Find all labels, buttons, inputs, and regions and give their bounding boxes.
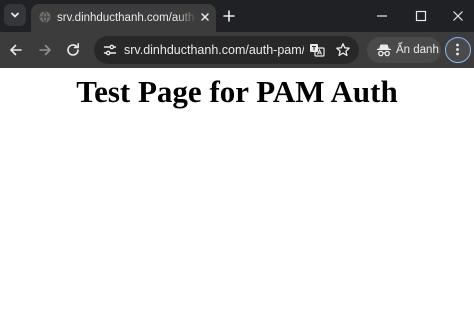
- url-text[interactable]: srv.dinhducthanh.com/auth-pam/: [124, 42, 304, 58]
- chevron-down-icon: [11, 12, 19, 18]
- tab-search-button[interactable]: [4, 4, 26, 26]
- page-heading: Test Page for PAM Auth: [76, 74, 398, 109]
- translate-icon[interactable]: [309, 42, 325, 58]
- tab-close-icon[interactable]: [198, 10, 212, 24]
- back-arrow-icon[interactable]: [6, 40, 26, 60]
- incognito-profile-button[interactable]: Ẩn danh: [367, 37, 441, 63]
- minimize-icon[interactable]: [372, 6, 392, 26]
- tab-title: srv.dinhducthanh.com/auth-pam/: [57, 12, 197, 24]
- more-vert-icon: [456, 43, 459, 56]
- new-tab-icon[interactable]: [220, 7, 238, 25]
- tune-icon[interactable]: [103, 43, 117, 57]
- browser-toolbar: srv.dinhducthanh.com/auth-pam/ Ẩn danh: [0, 32, 474, 68]
- bookmark-star-icon[interactable]: [335, 42, 351, 58]
- address-bar[interactable]: srv.dinhducthanh.com/auth-pam/: [94, 36, 359, 64]
- reload-icon[interactable]: [63, 40, 83, 60]
- browser-menu-button[interactable]: [445, 37, 471, 63]
- maximize-icon[interactable]: [411, 6, 431, 26]
- page-content: Test Page for PAM Auth: [0, 68, 474, 332]
- forward-arrow-icon[interactable]: [35, 40, 55, 60]
- incognito-icon: [377, 44, 391, 57]
- globe-icon: [39, 11, 51, 23]
- incognito-label: Ẩn danh: [396, 44, 439, 56]
- tab-strip: srv.dinhducthanh.com/auth-pam/: [0, 0, 474, 32]
- tab-active[interactable]: srv.dinhducthanh.com/auth-pam/: [31, 4, 216, 32]
- close-window-icon[interactable]: [448, 6, 468, 26]
